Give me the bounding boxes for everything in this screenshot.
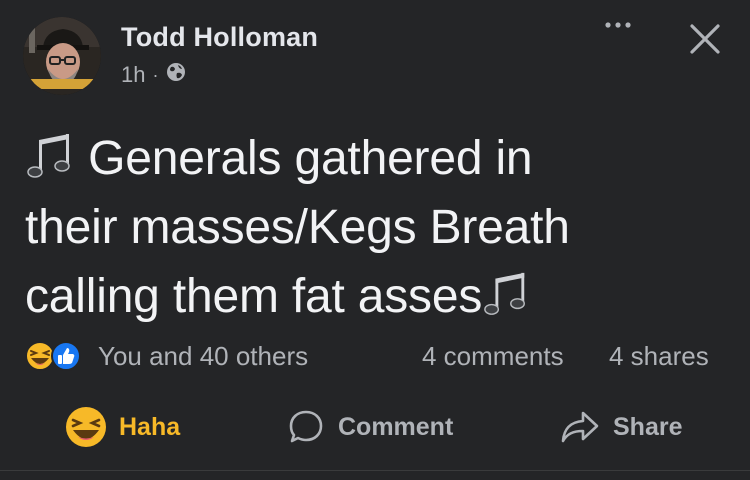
- author-name[interactable]: Todd Holloman: [121, 22, 318, 53]
- meta-separator: ·: [152, 64, 159, 85]
- share-arrow-icon: [561, 411, 599, 443]
- music-notes-icon: [25, 130, 75, 182]
- post-line-2: their masses/Kegs Breath: [25, 201, 570, 254]
- share-button[interactable]: Share: [559, 398, 682, 456]
- action-bar: Haha Comment Share: [0, 398, 750, 456]
- comment-icon: [289, 410, 323, 443]
- comments-count[interactable]: 4 comments: [422, 341, 564, 372]
- globe-icon: [166, 62, 186, 88]
- post-meta: 1h ·: [121, 62, 186, 88]
- shares-count[interactable]: 4 shares: [609, 341, 709, 372]
- more-horizontal-icon: [605, 22, 631, 28]
- more-options-button[interactable]: [598, 20, 638, 50]
- reaction-icons[interactable]: [24, 340, 94, 371]
- close-icon: [690, 24, 720, 54]
- post-line-1: Generals gathered in: [25, 124, 730, 193]
- haha-emoji-icon: [66, 407, 106, 447]
- divider: [0, 470, 750, 471]
- haha-button[interactable]: Haha: [65, 398, 180, 456]
- reactions-label[interactable]: You and 40 others: [98, 341, 308, 372]
- post-line-1-text: Generals gathered in: [88, 132, 533, 185]
- haha-label: Haha: [119, 412, 181, 441]
- reactions-summary: You and 40 others 4 comments 4 shares: [0, 335, 750, 375]
- post-line-3: calling them fat asses: [25, 262, 730, 331]
- post-text: Generals gathered in their masses/Kegs B…: [25, 124, 730, 331]
- post-time[interactable]: 1h: [121, 62, 145, 88]
- post-line-3-text: calling them fat asses: [25, 270, 483, 323]
- like-icon: [51, 341, 81, 371]
- close-button[interactable]: [686, 20, 726, 60]
- post-card: Todd Holloman 1h · Generals gathered in …: [0, 0, 750, 480]
- music-notes-icon: [482, 268, 530, 320]
- share-label: Share: [613, 412, 683, 441]
- comment-label: Comment: [338, 412, 454, 441]
- haha-emoji-icon: [25, 341, 55, 371]
- author-avatar[interactable]: [23, 17, 101, 95]
- comment-button[interactable]: Comment: [286, 398, 453, 456]
